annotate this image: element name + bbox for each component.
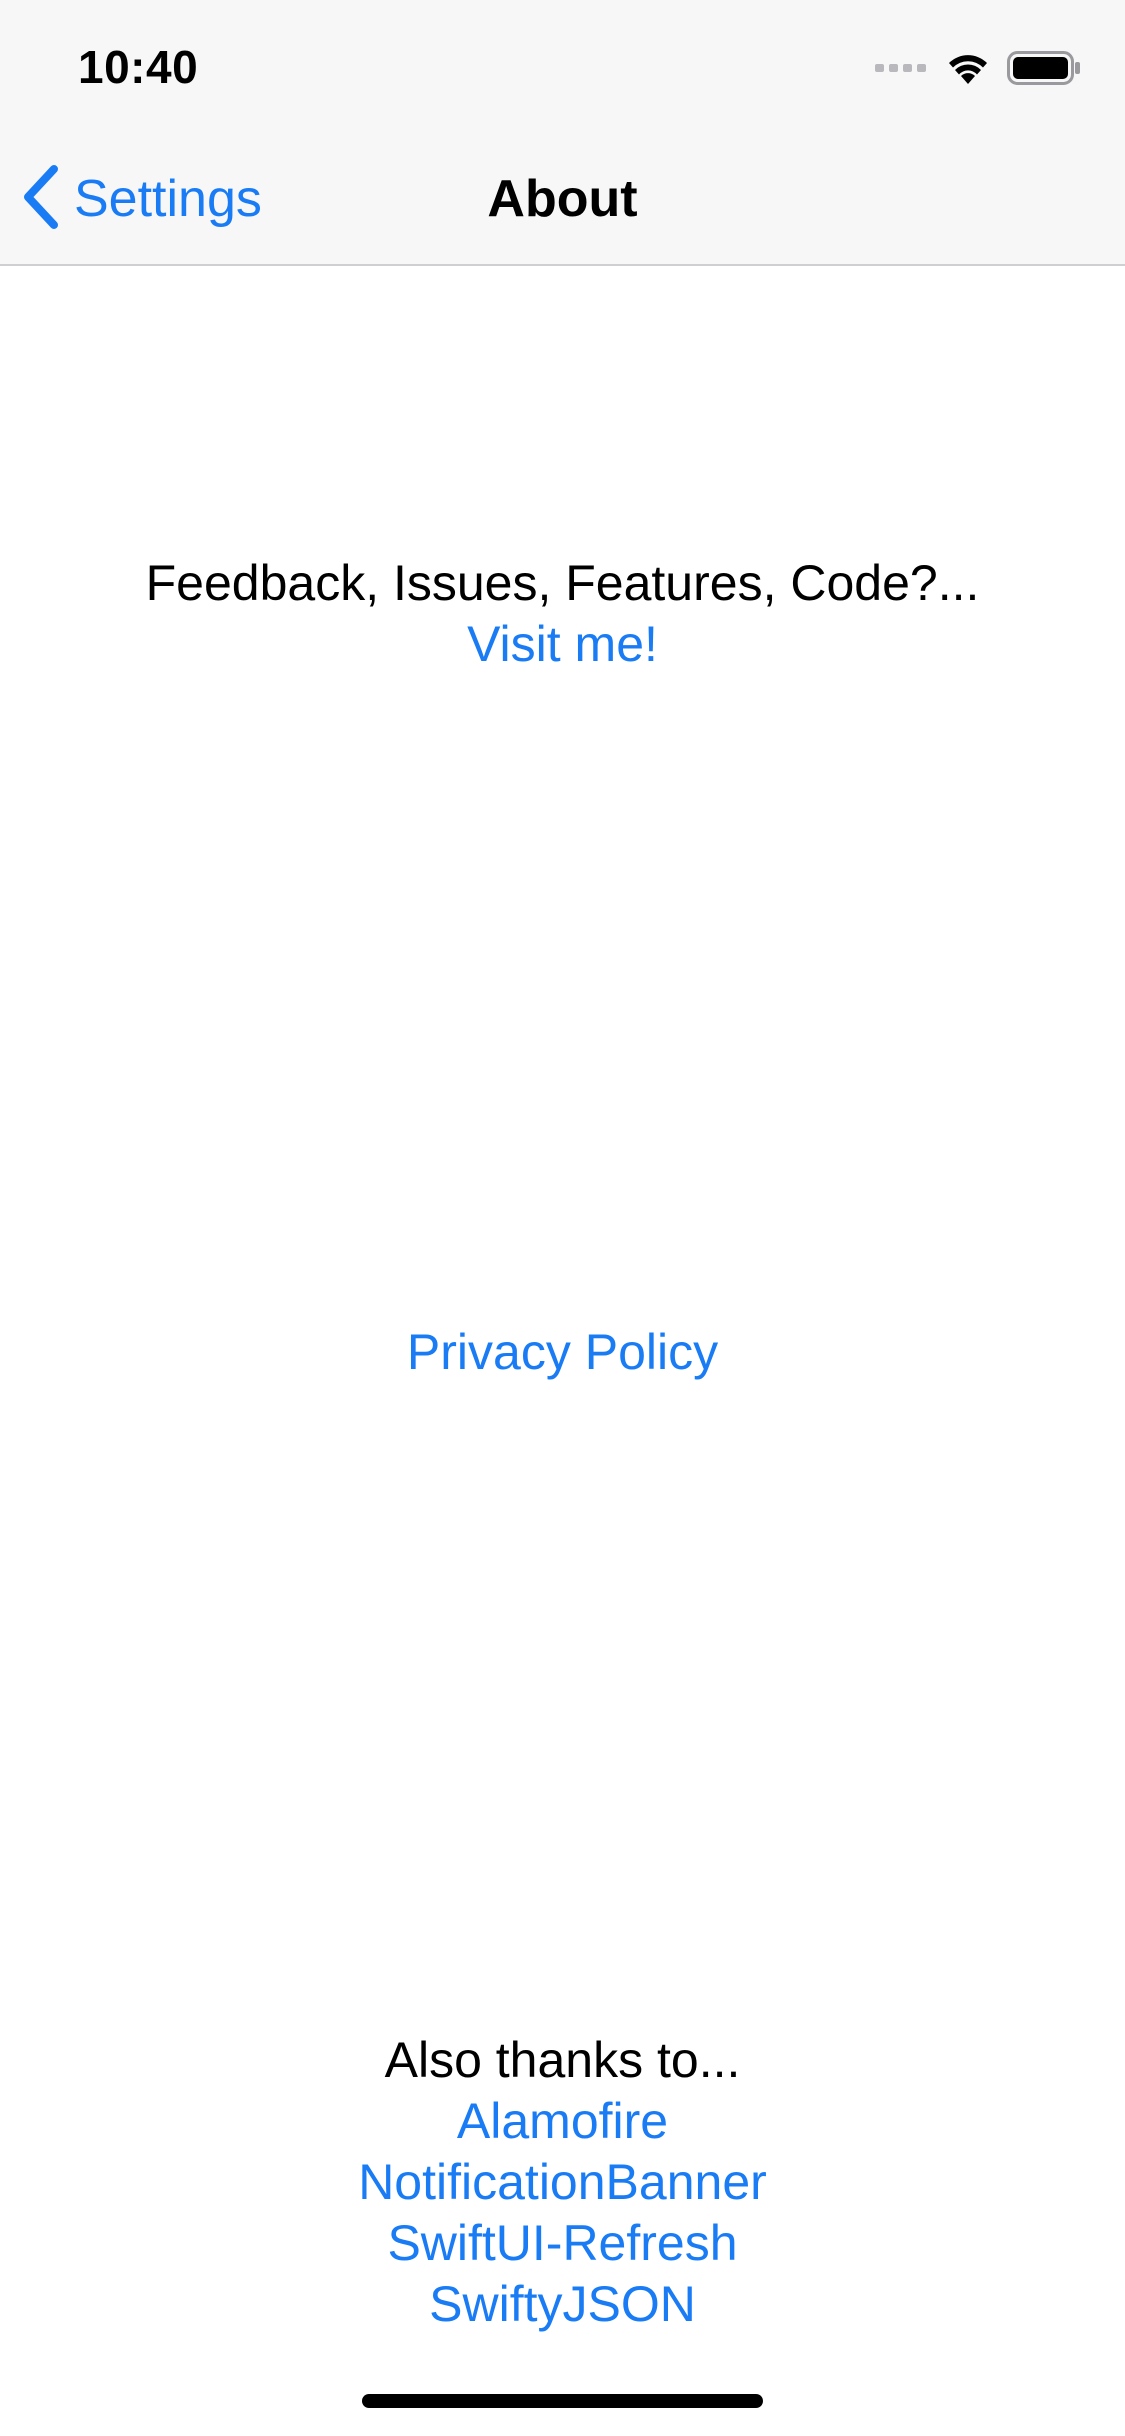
thanks-link-alamofire[interactable]: Alamofire <box>0 2091 1125 2152</box>
thanks-link-swiftui-refresh[interactable]: SwiftUI-Refresh <box>0 2213 1125 2274</box>
status-time: 10:40 <box>78 41 199 93</box>
feedback-section: Feedback, Issues, Features, Code?... Vis… <box>0 553 1125 675</box>
about-screen: 10:40 Settings About Feedback, Issues, F… <box>0 0 1125 2436</box>
navigation-bar: Settings About <box>0 132 1125 264</box>
privacy-section: Privacy Policy <box>0 1322 1125 1383</box>
battery-icon <box>1007 50 1081 90</box>
thanks-link-swiftyjson[interactable]: SwiftyJSON <box>0 2274 1125 2335</box>
privacy-policy-link[interactable]: Privacy Policy <box>0 1322 1125 1383</box>
page-title: About <box>487 170 638 228</box>
thanks-link-notificationbanner[interactable]: NotificationBanner <box>0 2152 1125 2213</box>
wifi-icon <box>947 51 989 90</box>
status-icons <box>875 50 1081 90</box>
home-indicator[interactable] <box>362 2394 763 2408</box>
signal-icon <box>875 61 929 79</box>
thanks-section: Also thanks to... Alamofire Notification… <box>0 2030 1125 2335</box>
visit-me-link[interactable]: Visit me! <box>0 614 1125 675</box>
thanks-heading: Also thanks to... <box>384 2032 741 2088</box>
feedback-prompt: Feedback, Issues, Features, Code?... <box>145 555 980 611</box>
top-chrome: 10:40 Settings About <box>0 0 1125 266</box>
status-bar: 10:40 <box>0 0 1125 132</box>
